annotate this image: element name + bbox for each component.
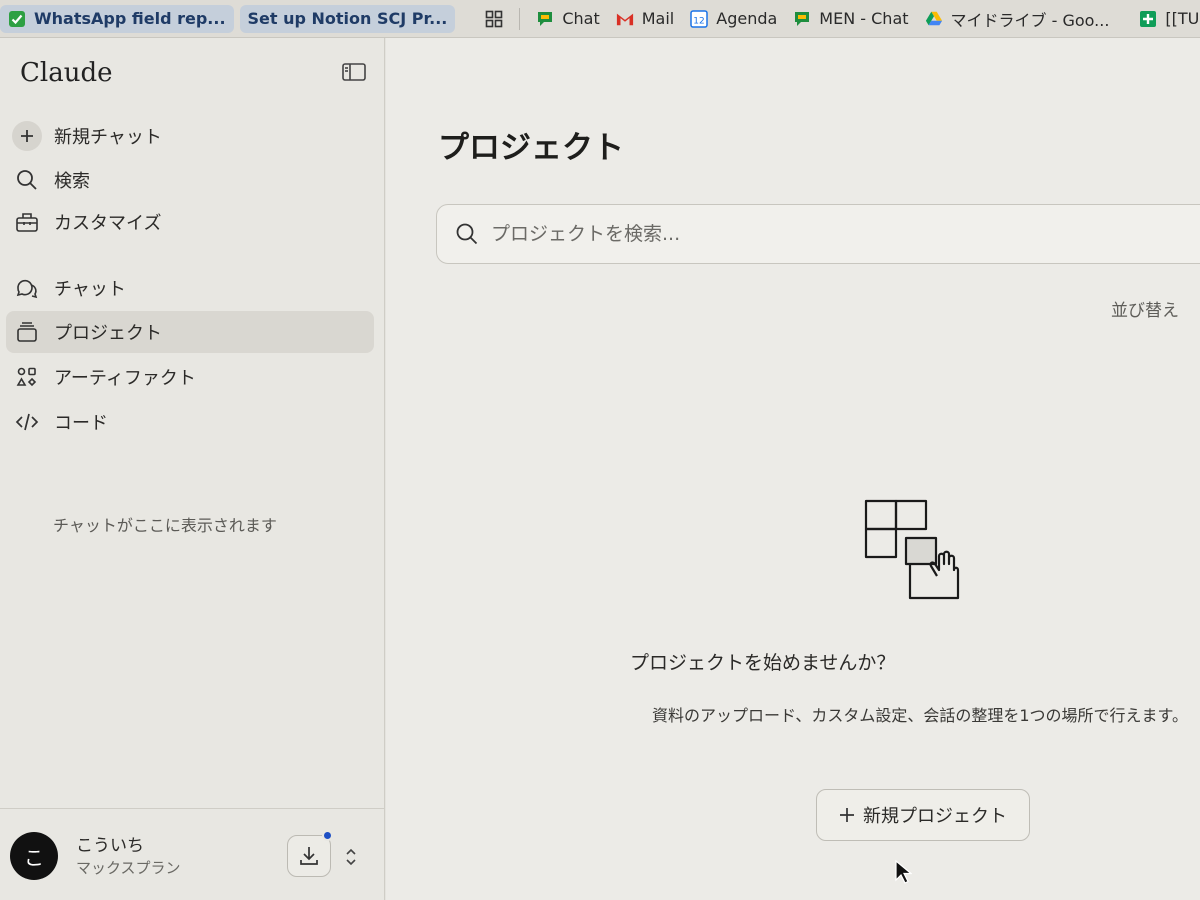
sidebar-item-projects[interactable]: プロジェクト (6, 311, 374, 353)
calendar-icon: 12 (690, 9, 708, 28)
plus-icon (12, 121, 42, 151)
nav-label: カスタマイズ (54, 213, 162, 234)
bookmark-my-drive[interactable]: マイドライブ - Goo... (917, 5, 1118, 33)
recents-empty-hint: チャットがここに表示されます (53, 516, 277, 535)
nav-label: 検索 (54, 171, 90, 192)
bookmark-label: WhatsApp field rep... (34, 9, 226, 28)
bookmark-label: Agenda (716, 9, 778, 28)
bookmark-apps[interactable] (477, 5, 511, 33)
nav-label: チャット (54, 279, 126, 300)
bookmark-label: [[TU (1165, 9, 1200, 28)
sidebar-toggle-button[interactable] (341, 60, 367, 84)
sidebar-item-artifacts[interactable]: アーティファクト (6, 356, 374, 398)
chevron-up-down-icon (346, 848, 356, 866)
search-icon (14, 167, 40, 193)
google-chat-icon (793, 10, 811, 28)
apps-grid-icon (485, 10, 503, 28)
user-menu-expand-button[interactable] (341, 845, 361, 869)
sidebar-item-chats[interactable]: チャット (6, 267, 374, 309)
new-project-button[interactable]: 新規プロジェクト (816, 789, 1030, 841)
bookmark-whatsapp-field-rep[interactable]: WhatsApp field rep... (0, 4, 234, 33)
bookmark-label: マイドライブ - Goo... (950, 10, 1110, 30)
sidebar-panel-icon (342, 63, 366, 81)
projects-empty-illustration (864, 499, 960, 600)
project-search-box[interactable] (436, 204, 1200, 264)
customize-nav-item[interactable]: カスタマイズ (6, 201, 374, 243)
page-title: プロジェクト (438, 130, 624, 166)
download-icon (300, 847, 318, 865)
bookmarks-bar: WhatsApp field rep... Set up Notion SCJ … (0, 0, 1200, 38)
bookmark-label: Set up Notion SCJ Pr... (247, 9, 448, 28)
bookmark-setup-notion[interactable]: Set up Notion SCJ Pr... (239, 4, 456, 33)
checkbox-icon (8, 10, 26, 28)
folder-stack-icon (14, 319, 40, 345)
bookmark-label: Mail (641, 9, 675, 28)
project-search-input[interactable] (491, 223, 1091, 245)
svg-text:12: 12 (694, 16, 705, 26)
search-nav-item[interactable]: 検索 (6, 159, 374, 201)
bookmarks-divider (519, 7, 521, 30)
artifacts-icon (14, 364, 40, 390)
mouse-cursor-icon (895, 859, 912, 884)
notification-dot (322, 830, 333, 841)
new-project-label: 新規プロジェクト (863, 806, 1007, 827)
nav-label: プロジェクト (54, 323, 162, 344)
projects-page: プロジェクト 並び替え プロジェクトを始めませんか？ 資料のアップロード、カスタ… (386, 38, 1200, 900)
bookmark-label: MEN - Chat (819, 9, 909, 28)
bookmark-tu[interactable]: [[TU (1131, 5, 1200, 33)
avatar[interactable]: こ (10, 832, 58, 880)
bookmark-mail[interactable]: Mail (608, 5, 683, 33)
empty-state-title: プロジェクトを始めませんか？ (630, 652, 896, 674)
brand-logo[interactable]: Claude (20, 58, 113, 88)
user-menu[interactable]: こ こういち マックスプラン (0, 808, 385, 900)
download-app-button[interactable] (287, 835, 331, 877)
sort-button[interactable]: 並び替え (1111, 296, 1179, 321)
google-chat-icon (536, 10, 554, 28)
user-name: こういち (76, 836, 144, 856)
nav-label: コード (54, 413, 108, 434)
bookmark-agenda[interactable]: 12 Agenda (682, 5, 785, 33)
nav-label: アーティファクト (54, 368, 196, 389)
bookmark-men-chat[interactable]: MEN - Chat (785, 5, 916, 33)
plus-icon (840, 808, 854, 822)
chat-bubbles-icon (14, 275, 40, 301)
sheets-plus-icon (1139, 10, 1157, 28)
sidebar-item-code[interactable]: コード (6, 401, 374, 443)
toolbox-icon (14, 209, 40, 235)
search-icon (455, 222, 479, 246)
google-drive-icon (925, 10, 943, 28)
sidebar: Claude 新規チャット 検索 カスタマイズ チャット プロジェクト アーティ… (0, 38, 385, 900)
code-icon (14, 409, 40, 435)
new-chat-button[interactable]: 新規チャット (6, 115, 374, 157)
user-plan: マックスプラン (76, 859, 181, 877)
nav-label: 新規チャット (54, 127, 162, 148)
bookmark-chat[interactable]: Chat (528, 5, 607, 33)
bookmark-label: Chat (562, 9, 600, 28)
gmail-icon (616, 10, 634, 28)
empty-state-description: 資料のアップロード、カスタム設定、会話の整理を1つの場所で行えます。 (652, 706, 1188, 725)
